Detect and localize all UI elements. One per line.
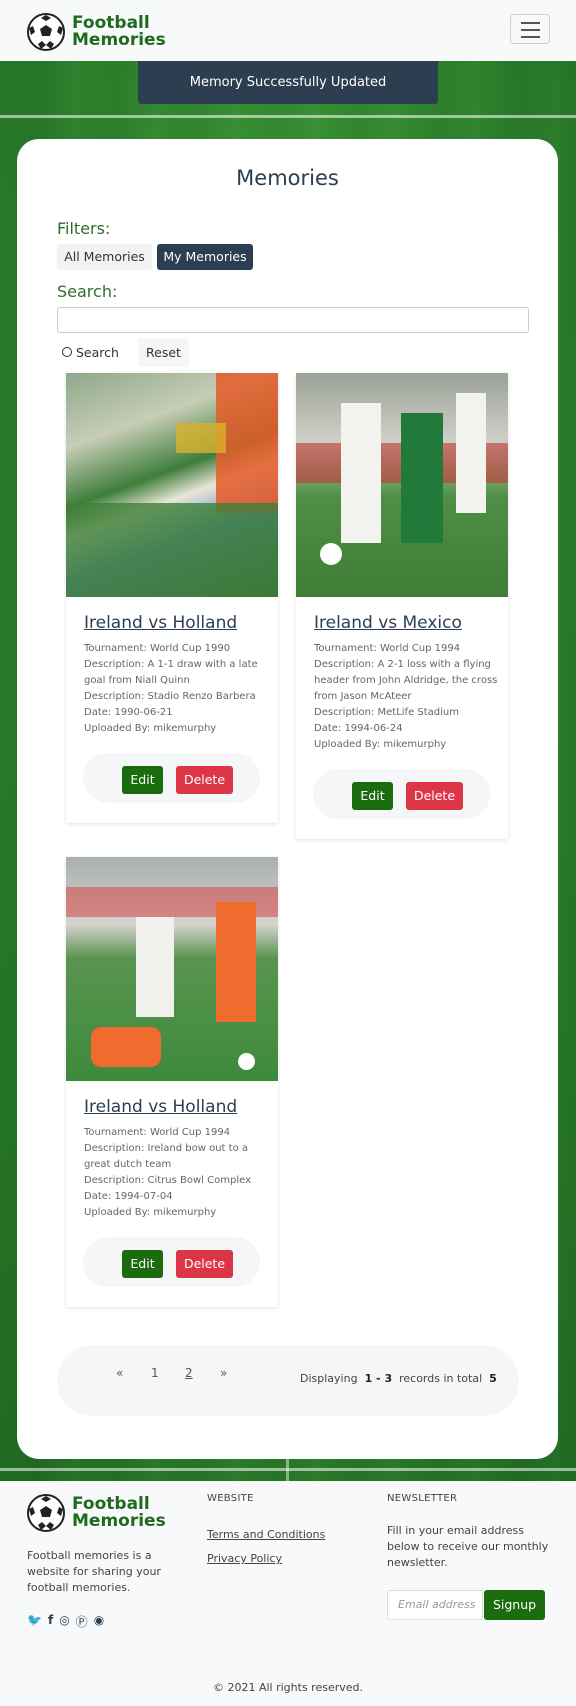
ball-shape	[320, 543, 342, 565]
memory-details: Tournament: World Cup 1990 Description: …	[84, 641, 269, 737]
pager-page-2[interactable]: 2	[185, 1366, 193, 1380]
billboard-shape	[176, 423, 226, 453]
memory-description: Description: A 2-1 loss with a flying he…	[314, 659, 498, 702]
memory-date: Date: 1994-06-24	[314, 723, 403, 734]
social-links: 🐦 f ◎ Ⓟ ◉	[27, 1613, 104, 1630]
player-shape	[91, 1027, 161, 1067]
twitter-icon[interactable]: 🐦	[27, 1613, 42, 1630]
website-heading: WEBSITE	[207, 1493, 254, 1504]
footer: Football Memories Football memories is a…	[0, 1481, 576, 1706]
edit-button[interactable]: Edit	[122, 1250, 163, 1278]
hamburger-icon	[521, 22, 540, 24]
terms-link[interactable]: Terms and Conditions	[207, 1528, 325, 1541]
player-shape	[136, 917, 174, 1017]
delete-button[interactable]: Delete	[176, 1250, 233, 1278]
memory-venue: Description: MetLife Stadium	[314, 707, 460, 718]
memory-tournament: Tournament: World Cup 1994	[314, 643, 461, 654]
search-label: Search:	[57, 282, 118, 301]
football-icon	[27, 1494, 65, 1532]
records-total-label: records in total	[399, 1372, 483, 1385]
footer-logo[interactable]: Football Memories	[27, 1494, 166, 1532]
football-icon	[27, 13, 65, 51]
memory-actions: Edit Delete	[83, 1237, 260, 1287]
memory-photo	[66, 373, 278, 597]
memory-description: Description: Ireland bow out to a great …	[84, 1143, 248, 1170]
pager-prev-link[interactable]: «	[116, 1366, 123, 1380]
newsletter-heading: NEWSLETTER	[387, 1493, 458, 1504]
page-title: Memories	[236, 166, 339, 190]
pager-page-1[interactable]: 1	[151, 1366, 159, 1380]
my-memories-button[interactable]: My Memories	[157, 244, 253, 270]
logo-line-2: Memories	[72, 30, 166, 50]
search-icon	[62, 347, 72, 357]
memory-card: Ireland vs Holland Tournament: World Cup…	[66, 857, 278, 1307]
displaying-label: Displaying	[300, 1372, 358, 1385]
ball-shape	[238, 1053, 255, 1070]
privacy-link[interactable]: Privacy Policy	[207, 1552, 282, 1565]
snapchat-icon[interactable]: ◉	[94, 1613, 104, 1630]
edit-button[interactable]: Edit	[352, 782, 393, 810]
edit-button[interactable]: Edit	[122, 766, 163, 794]
records-total: 5	[489, 1372, 497, 1385]
search-button-label: Search	[76, 345, 119, 360]
memory-details: Tournament: World Cup 1994 Description: …	[314, 641, 499, 753]
player-shape	[66, 503, 278, 597]
reset-button[interactable]: Reset	[138, 338, 189, 367]
memory-details: Tournament: World Cup 1994 Description: …	[84, 1125, 269, 1221]
newsletter-text: Fill in your email address below to rece…	[387, 1524, 549, 1569]
logo-text: Football Memories	[72, 15, 166, 49]
memory-date: Date: 1990-06-21	[84, 707, 173, 718]
filters-label: Filters:	[57, 219, 111, 238]
delete-button[interactable]: Delete	[176, 766, 233, 794]
memory-tournament: Tournament: World Cup 1994	[84, 1127, 231, 1138]
player-shape	[401, 413, 443, 543]
memory-venue: Description: Citrus Bowl Complex	[84, 1175, 251, 1186]
memory-venue: Description: Stadio Renzo Barbera	[84, 691, 256, 702]
logo-line-2: Memories	[72, 1511, 166, 1531]
memory-title-link[interactable]: Ireland vs Holland	[84, 1097, 237, 1117]
search-button[interactable]: Search	[62, 338, 125, 367]
player-shape	[456, 393, 486, 513]
menu-toggle-button[interactable]	[510, 14, 550, 44]
memory-description: Description: A 1-1 draw with a late goal…	[84, 659, 258, 686]
facebook-icon[interactable]: f	[48, 1613, 53, 1630]
memory-uploader: Uploaded By: mikemurphy	[314, 739, 447, 750]
pagination: « 1 2 » Displaying 1 - 3 records in tota…	[57, 1345, 519, 1416]
navbar: Football Memories	[0, 0, 576, 62]
pinterest-icon[interactable]: Ⓟ	[76, 1613, 88, 1630]
player-shape	[216, 902, 256, 1022]
memory-card: Ireland vs Mexico Tournament: World Cup …	[296, 373, 508, 839]
search-input[interactable]	[57, 307, 529, 333]
signup-button[interactable]: Signup	[484, 1590, 545, 1620]
memory-actions: Edit Delete	[313, 769, 490, 819]
all-memories-button[interactable]: All Memories	[57, 244, 152, 270]
email-input[interactable]: Email address	[387, 1590, 483, 1620]
memory-title-link[interactable]: Ireland vs Mexico	[314, 613, 462, 633]
memory-actions: Edit Delete	[83, 753, 260, 803]
success-alert: Memory Successfully Updated	[138, 61, 438, 104]
memory-photo	[66, 857, 278, 1081]
hamburger-bar	[521, 29, 540, 31]
instagram-icon[interactable]: ◎	[59, 1613, 69, 1630]
memory-uploader: Uploaded By: mikemurphy	[84, 1207, 217, 1218]
copyright: © 2021 All rights reserved.	[212, 1681, 364, 1694]
hamburger-bar	[521, 36, 540, 38]
memory-tournament: Tournament: World Cup 1990	[84, 643, 231, 654]
player-shape	[341, 403, 381, 543]
memory-card: Ireland vs Holland Tournament: World Cup…	[66, 373, 278, 823]
memory-photo	[296, 373, 508, 597]
pager-next-link[interactable]: »	[220, 1366, 227, 1380]
memories-panel: Memories Filters: All Memories My Memori…	[17, 139, 558, 1459]
site-logo[interactable]: Football Memories	[27, 11, 166, 53]
records-summary: Displaying 1 - 3 records in total 5	[300, 1372, 497, 1385]
pitch-line	[0, 115, 576, 118]
logo-text: Football Memories	[72, 1496, 166, 1530]
footer-about: Football memories is a website for shari…	[27, 1549, 161, 1594]
memory-title-link[interactable]: Ireland vs Holland	[84, 613, 237, 633]
delete-button[interactable]: Delete	[406, 782, 463, 810]
records-range: 1 - 3	[364, 1372, 393, 1385]
memory-uploader: Uploaded By: mikemurphy	[84, 723, 217, 734]
memory-date: Date: 1994-07-04	[84, 1191, 173, 1202]
